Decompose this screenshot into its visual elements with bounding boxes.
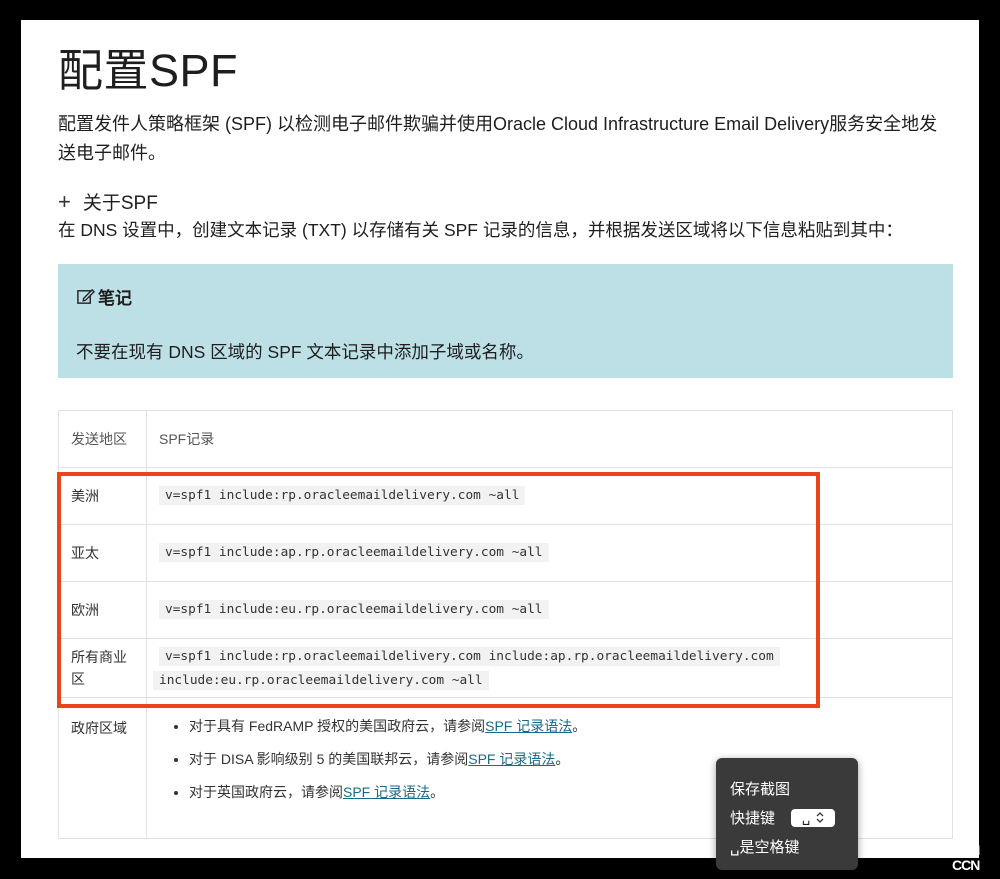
table-row: 亚太 v=spf1 include:ap.rp.oracleemaildeliv… (58, 524, 953, 582)
shortcut-select[interactable]: ␣ (791, 808, 836, 827)
list-item: 对于具有 FedRAMP 授权的美国政府云，请参阅SPF 记录语法。 (189, 716, 940, 736)
table-header-row: 发送地区 SPF记录 (58, 410, 953, 468)
region-cell: 美洲 (58, 467, 147, 525)
about-spf-expander[interactable]: + 关于SPF (58, 188, 158, 215)
shortcut-row: 快捷键 ␣ (730, 807, 836, 828)
plus-icon: + (58, 188, 71, 214)
edit-note-icon (77, 288, 95, 304)
region-cell: 政府区域 (58, 697, 147, 839)
spf-record-code[interactable]: v=spf1 include:rp.oracleemaildelivery.co… (159, 486, 526, 505)
spf-record-code[interactable]: include:eu.rp.oracleemaildelivery.com ~a… (153, 671, 489, 690)
header-region: 发送地区 (58, 410, 147, 468)
table-row: 美洲 v=spf1 include:rp.oracleemaildelivery… (58, 467, 953, 525)
about-spf-label: 关于SPF (82, 193, 158, 214)
intro-paragraph: 配置发件人策略框架 (SPF) 以检测电子邮件欺骗并使用Oracle Cloud… (58, 114, 938, 163)
table-row: 所有商业区 v=spf1 include:rp.oracleemaildeliv… (58, 638, 953, 698)
region-cell: 欧洲 (58, 581, 147, 639)
document-window: 配置SPF 配置发件人策略框架 (SPF) 以检测电子邮件欺骗并使用Oracle… (21, 20, 979, 858)
screenshot-popup: 保存截图 快捷键 ␣ ␣是空格键 (716, 758, 858, 870)
note-body: 不要在现有 DNS 区域的 SPF 文本记录中添加子域或名称。 (76, 342, 534, 362)
popup-hint: ␣是空格键 (730, 839, 800, 856)
spf-record-code[interactable]: v=spf1 include:ap.rp.oracleemaildelivery… (159, 543, 549, 562)
header-spf-record: SPF记录 (146, 410, 953, 468)
table-row: 欧洲 v=spf1 include:eu.rp.oracleemaildeliv… (58, 581, 953, 639)
region-cell: 亚太 (58, 524, 147, 582)
shortcut-label: 快捷键 (730, 810, 776, 827)
note-title-text: 笔记 (98, 289, 132, 308)
watermark-logo: HHH CCN (952, 842, 980, 873)
spf-syntax-link[interactable]: SPF 记录语法 (343, 784, 430, 800)
spf-syntax-link[interactable]: SPF 记录语法 (485, 718, 572, 734)
note-title: 笔记 (76, 284, 132, 309)
spf-record-code[interactable]: v=spf1 include:eu.rp.oracleemaildelivery… (159, 600, 549, 619)
updown-chevron-icon (816, 812, 824, 823)
dns-instructions: 在 DNS 设置中，创建文本记录 (TXT) 以存储有关 SPF 记录的信息，并… (58, 220, 903, 240)
popup-title: 保存截图 (730, 781, 791, 798)
region-cell: 所有商业区 (58, 638, 147, 698)
spf-record-code[interactable]: v=spf1 include:rp.oracleemaildelivery.co… (159, 647, 780, 666)
page-title: 配置SPF (58, 45, 239, 96)
note-box: 笔记 不要在现有 DNS 区域的 SPF 文本记录中添加子域或名称。 (58, 264, 953, 378)
spf-syntax-link[interactable]: SPF 记录语法 (468, 751, 555, 767)
shortcut-value: ␣ (801, 809, 811, 825)
